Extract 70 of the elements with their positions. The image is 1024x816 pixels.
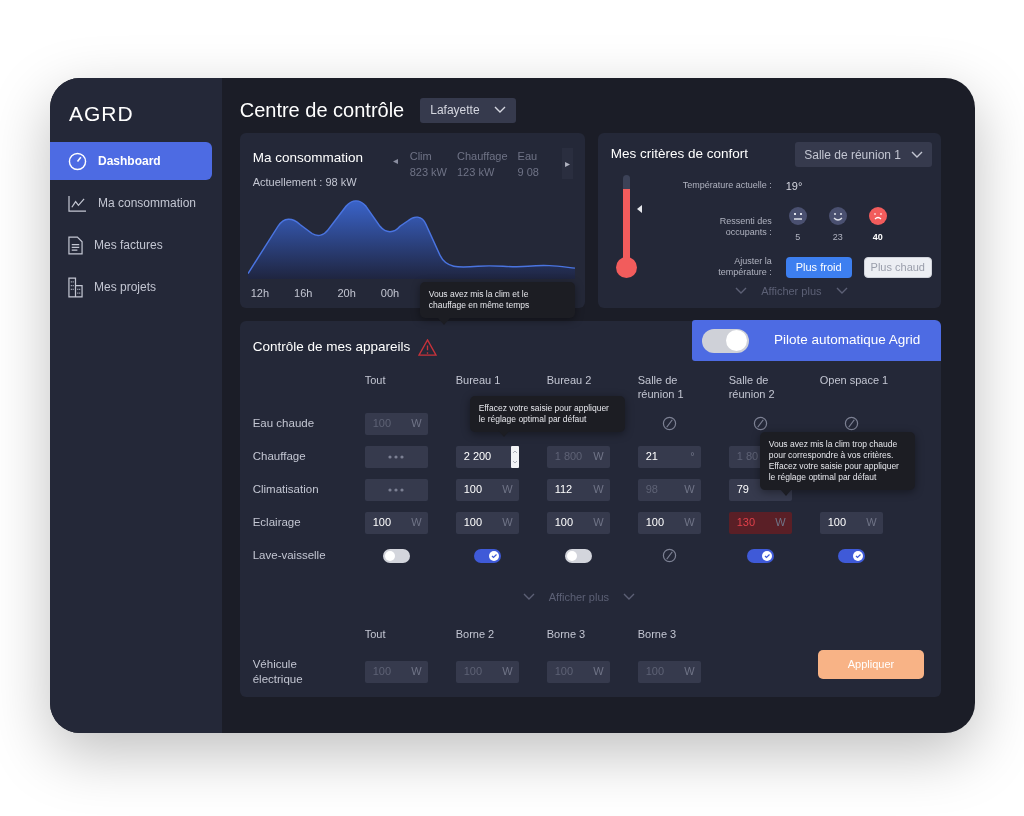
field-text: W	[502, 482, 513, 498]
occupant-count: 5	[795, 231, 801, 244]
row-label: Eau chaude	[252, 415, 315, 431]
axis-label: 16h	[294, 285, 313, 301]
field-text: °	[690, 449, 695, 465]
column-header: Borne 3	[546, 626, 587, 642]
row-label: Lave-vaisselle	[252, 547, 326, 563]
field-text: W	[593, 515, 604, 531]
logo: AGRD	[68, 101, 135, 127]
field-text: W	[593, 664, 604, 680]
column-header: Bureau 1	[455, 373, 502, 387]
tooltip: Vous avez mis la clim et le chauffage en même temps	[419, 282, 575, 318]
row-label: Chauffage	[252, 448, 306, 464]
card-title: Contrôle de mes appareils	[252, 338, 411, 357]
row-label: Eclairage	[252, 514, 301, 530]
tooltip: Effacez votre saisie pour appliquer le réglage optimal par défaut	[469, 396, 625, 432]
column-header: Bureau 2	[546, 373, 593, 387]
current-consumption: Actuellement : 98 kW	[252, 175, 358, 191]
temperature-value: 19°	[785, 178, 804, 194]
field-text: W	[775, 515, 786, 531]
axis-label: 20h	[337, 285, 356, 301]
column-header: Tout	[364, 373, 387, 387]
field-text: W	[593, 482, 604, 498]
autopilot-label: Pilote automatique Agrid	[774, 331, 921, 350]
axis-label: 00h	[380, 285, 400, 301]
field-text: W	[502, 664, 513, 680]
page-title: Centre de contrôle	[239, 98, 405, 123]
field-text: W	[684, 482, 695, 498]
field-text: W	[502, 515, 513, 531]
metric-label: Chauffage	[457, 149, 508, 164]
field-text: 130	[736, 515, 756, 531]
field-text: W	[411, 416, 422, 432]
column-header: Salle de réunion 2	[728, 373, 776, 401]
field-text: 100	[463, 515, 483, 531]
row-label: Climatisation	[252, 481, 319, 497]
metric-value: 9 08	[517, 165, 539, 180]
row-label: Véhicule électrique	[252, 656, 304, 687]
metric-label: Eau	[517, 149, 539, 164]
tooltip: Vous avez mis la clim trop chaude pour correspondre à vos critères. Effacez votre saisie pour appliquer le réglage optimal par défaut	[759, 432, 915, 490]
field-text: 21	[645, 449, 658, 465]
metric-value: 823 kW	[409, 165, 447, 180]
field-text: W	[684, 515, 695, 531]
card-title: Ma consommation	[252, 149, 364, 167]
field-label: Ressenti des occupants :	[718, 216, 772, 239]
field-text: W	[866, 515, 877, 531]
field-text: 100	[554, 515, 574, 531]
field-text: 79	[736, 482, 749, 498]
field-text: W	[411, 664, 422, 680]
field-text: 112	[554, 482, 573, 498]
column-header: Salle de réunion 1	[637, 373, 685, 401]
field-label: Ajuster la température :	[717, 256, 772, 279]
column-header: Borne 3	[637, 626, 678, 642]
field-text: W	[411, 515, 422, 531]
field-text: 100	[372, 515, 392, 531]
axis-label: 12h	[250, 285, 270, 301]
field-text: 2 200	[463, 449, 492, 465]
column-header: Open space 1	[819, 373, 890, 387]
occupant-count: 40	[872, 231, 883, 244]
field-text: W	[684, 664, 695, 680]
column-header: Borne 2	[455, 626, 496, 642]
card-title: Mes critères de confort	[610, 145, 748, 164]
metric-value: 123 kW	[457, 165, 496, 180]
column-header: Tout	[364, 626, 387, 642]
field-label: Température actuelle :	[681, 179, 772, 193]
field-text: W	[593, 449, 604, 465]
occupant-count: 23	[832, 231, 843, 244]
field-text: 100	[463, 482, 483, 498]
metric-label: Clim	[409, 149, 433, 164]
field-text: 100	[645, 515, 665, 531]
field-text: 100	[827, 515, 847, 531]
